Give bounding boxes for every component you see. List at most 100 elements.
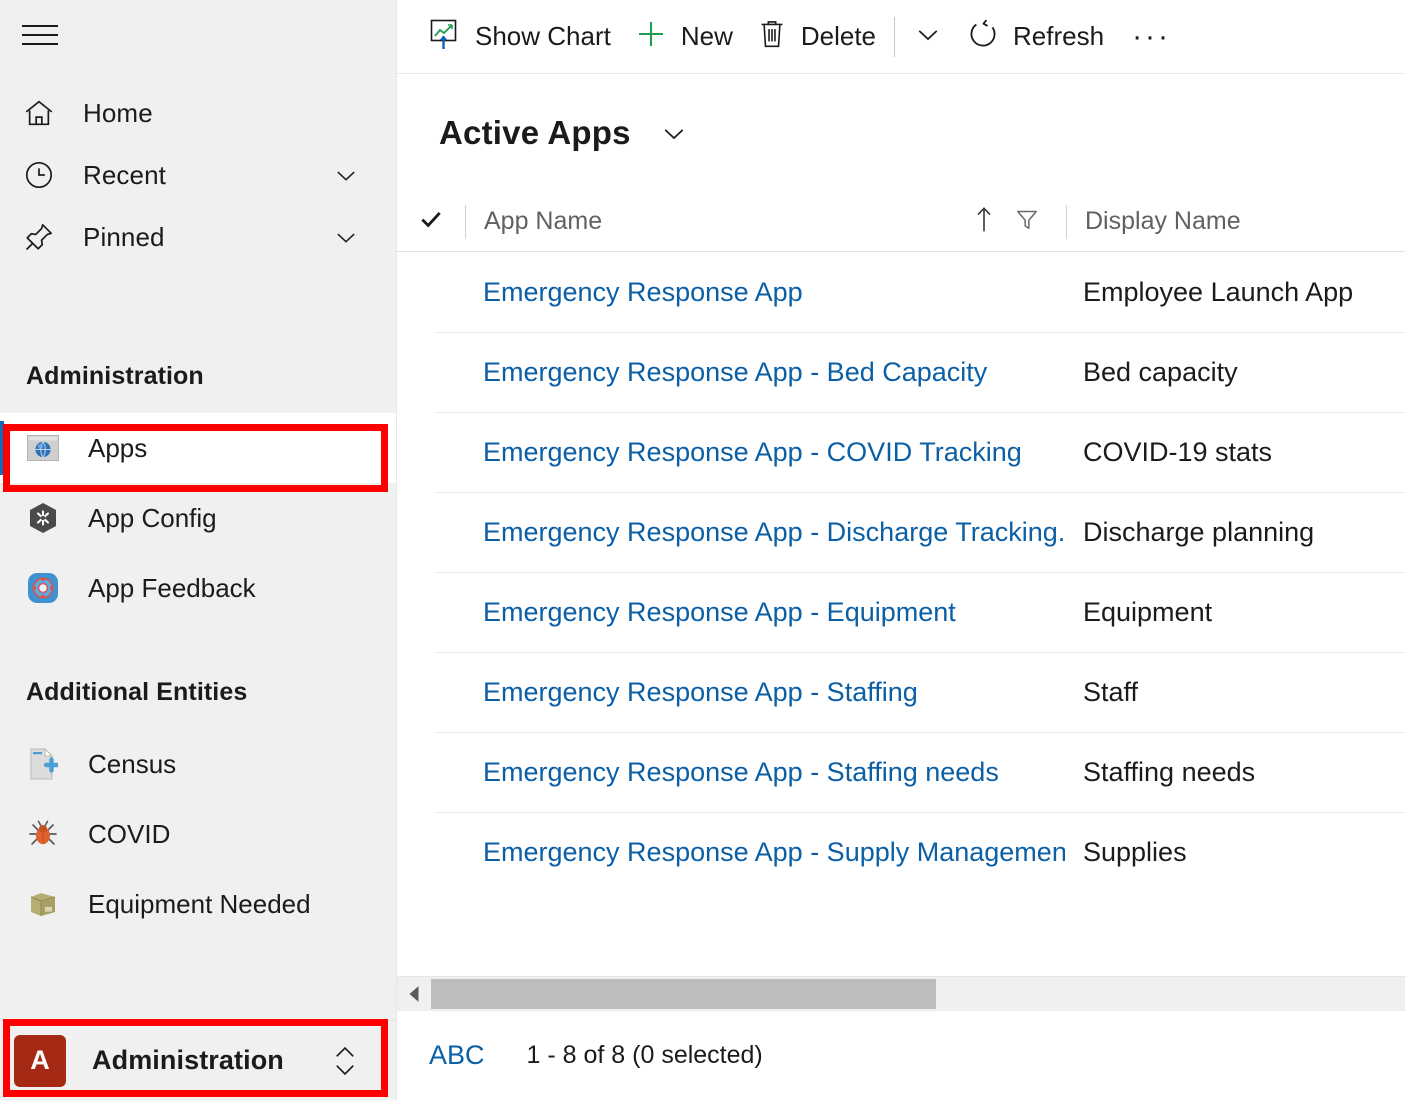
selection-indicator [0, 421, 4, 475]
app-name-link[interactable]: Emergency Response App - Discharge Track… [483, 517, 1065, 547]
select-all-checkbox[interactable] [397, 206, 465, 237]
column-header-app-name[interactable]: App Name [466, 205, 1066, 238]
sidebar-item-equipment-needed[interactable]: Equipment Needed [0, 869, 396, 939]
globe-icon [26, 431, 60, 465]
sidebar-item-home[interactable]: Home [0, 82, 396, 144]
sidebar-group-additional-entities: Additional Entities Census COVID Equipme… [0, 678, 396, 939]
display-name-text: Bed capacity [1083, 356, 1238, 387]
app-name-link[interactable]: Emergency Response App - Bed Capacity [483, 357, 987, 387]
cell-display-name: Discharge planning [1065, 517, 1405, 548]
app-window: Home Recent Pinned Administration Apps A… [0, 0, 1405, 1100]
display-name-text: Equipment [1083, 596, 1213, 627]
chevron-down-icon[interactable] [332, 223, 360, 251]
cell-display-name: Bed capacity [1065, 357, 1405, 388]
horizontal-scrollbar[interactable] [397, 976, 1405, 1010]
sidebar-item-census[interactable]: Census [0, 729, 396, 799]
app-name-link[interactable]: Emergency Response App - Equipment [483, 597, 956, 627]
display-name-text: COVID-19 stats [1083, 436, 1273, 467]
sidebar-item-label: Recent [83, 159, 166, 190]
sidebar-item-recent[interactable]: Recent [0, 144, 396, 206]
command-bar: Show Chart New Delete Refresh ··· [397, 0, 1405, 74]
sidebar-item-apps[interactable]: Apps [0, 413, 396, 483]
cell-app-name: Emergency Response App - Staffing needs [465, 757, 1065, 788]
app-name-link[interactable]: Emergency Response App - Supply Manageme… [483, 837, 1065, 867]
refresh-label: Refresh [1013, 21, 1105, 51]
column-header-label: App Name [484, 207, 603, 235]
sidebar-item-label: Home [83, 97, 153, 128]
app-name-link[interactable]: Emergency Response App - Staffing needs [483, 757, 999, 787]
hamburger-bar [22, 34, 58, 36]
view-header: Active Apps [397, 74, 1405, 192]
display-name-text: Employee Launch App [1083, 276, 1354, 307]
delete-button[interactable]: Delete [745, 9, 888, 65]
cell-display-name: Employee Launch App [1065, 277, 1405, 308]
chevron-up-down-icon[interactable] [330, 1041, 360, 1081]
sidebar-group-title: Additional Entities [26, 678, 248, 706]
table-row[interactable]: Emergency Response App - Staffing Staff [397, 652, 1405, 732]
filter-icon[interactable] [1014, 206, 1040, 237]
main-content: Show Chart New Delete Refresh ··· Active… [396, 0, 1405, 1100]
more-commands-button[interactable] [901, 9, 955, 65]
record-count: 1 - 8 of 8 (0 selected) [526, 1041, 763, 1069]
sidebar-item-pinned[interactable]: Pinned [0, 206, 396, 268]
app-name-link[interactable]: Emergency Response App - COVID Tracking [483, 437, 1022, 467]
sidebar-item-label: Apps [88, 432, 148, 463]
sidebar-group-administration: Administration Apps App Config App Feedb… [0, 362, 396, 623]
cell-display-name: Staffing needs [1065, 757, 1405, 788]
sidebar-item-app-config[interactable]: App Config [0, 483, 396, 553]
cell-app-name: Emergency Response App - Bed Capacity [465, 357, 1065, 388]
bug-icon [26, 817, 60, 851]
delete-label: Delete [800, 21, 877, 51]
display-name-text: Staffing needs [1083, 756, 1256, 787]
column-header-actions [972, 205, 1040, 238]
pin-icon [22, 220, 60, 254]
column-header-display-name[interactable]: Display Name [1067, 207, 1405, 236]
table-row[interactable]: Emergency Response App - COVID Tracking … [397, 412, 1405, 492]
show-chart-button[interactable]: Show Chart [417, 9, 623, 65]
grid-footer: ABC 1 - 8 of 8 (0 selected) [397, 1010, 1405, 1100]
command-separator [894, 16, 896, 57]
chevron-down-icon[interactable] [332, 161, 360, 189]
table-row[interactable]: Emergency Response App Employee Launch A… [397, 252, 1405, 332]
scrollbar-thumb[interactable] [431, 978, 936, 1009]
table-row[interactable]: Emergency Response App - Supply Manageme… [397, 812, 1405, 892]
sidebar-item-label: Equipment Needed [88, 888, 311, 919]
refresh-button[interactable]: Refresh [955, 9, 1116, 65]
caret-left-icon[interactable] [397, 985, 431, 1003]
table-row[interactable]: Emergency Response App - Equipment Equip… [397, 572, 1405, 652]
sidebar-item-label: Census [88, 748, 177, 779]
table-row[interactable]: Emergency Response App - Staffing needs … [397, 732, 1405, 812]
cell-display-name: Supplies [1065, 837, 1405, 868]
new-button[interactable]: New [623, 9, 745, 65]
sidebar-item-label: App Config [88, 502, 217, 533]
chevron-down-icon [913, 19, 943, 54]
area-switcher[interactable]: A Administration [0, 1020, 396, 1100]
sidebar-item-covid[interactable]: COVID [0, 799, 396, 869]
clock-icon [22, 158, 60, 192]
sidebar-item-app-feedback[interactable]: App Feedback [0, 553, 396, 623]
grid-header: App Name Display Name [397, 192, 1405, 252]
sidebar-item-label: COVID [88, 818, 171, 849]
app-name-link[interactable]: Emergency Response App - Staffing [483, 677, 918, 707]
hamburger-icon[interactable] [22, 22, 58, 48]
refresh-icon [967, 18, 999, 55]
ellipsis-icon[interactable]: ··· [1116, 21, 1187, 51]
sidebar-item-label: App Feedback [88, 572, 256, 603]
display-name-text: Supplies [1083, 836, 1187, 867]
app-name-link[interactable]: Emergency Response App [483, 277, 803, 307]
new-label: New [680, 21, 733, 51]
home-icon [22, 96, 60, 130]
alphabet-index-link[interactable]: ABC [429, 1040, 485, 1071]
area-switcher-label: Administration [92, 1045, 284, 1075]
lifering-icon [26, 571, 60, 605]
table-row[interactable]: Emergency Response App - Bed Capacity Be… [397, 332, 1405, 412]
scrollbar-track[interactable] [431, 977, 1405, 1011]
checkmark-icon [418, 206, 444, 237]
area-avatar: A [14, 1034, 66, 1087]
cell-display-name: COVID-19 stats [1065, 437, 1405, 468]
sort-ascending-icon[interactable] [972, 205, 996, 238]
column-header-label: Display Name [1085, 207, 1241, 235]
chevron-down-icon[interactable] [659, 118, 689, 148]
sidebar-primary-nav: Home Recent Pinned [0, 82, 396, 268]
table-row[interactable]: Emergency Response App - Discharge Track… [397, 492, 1405, 572]
